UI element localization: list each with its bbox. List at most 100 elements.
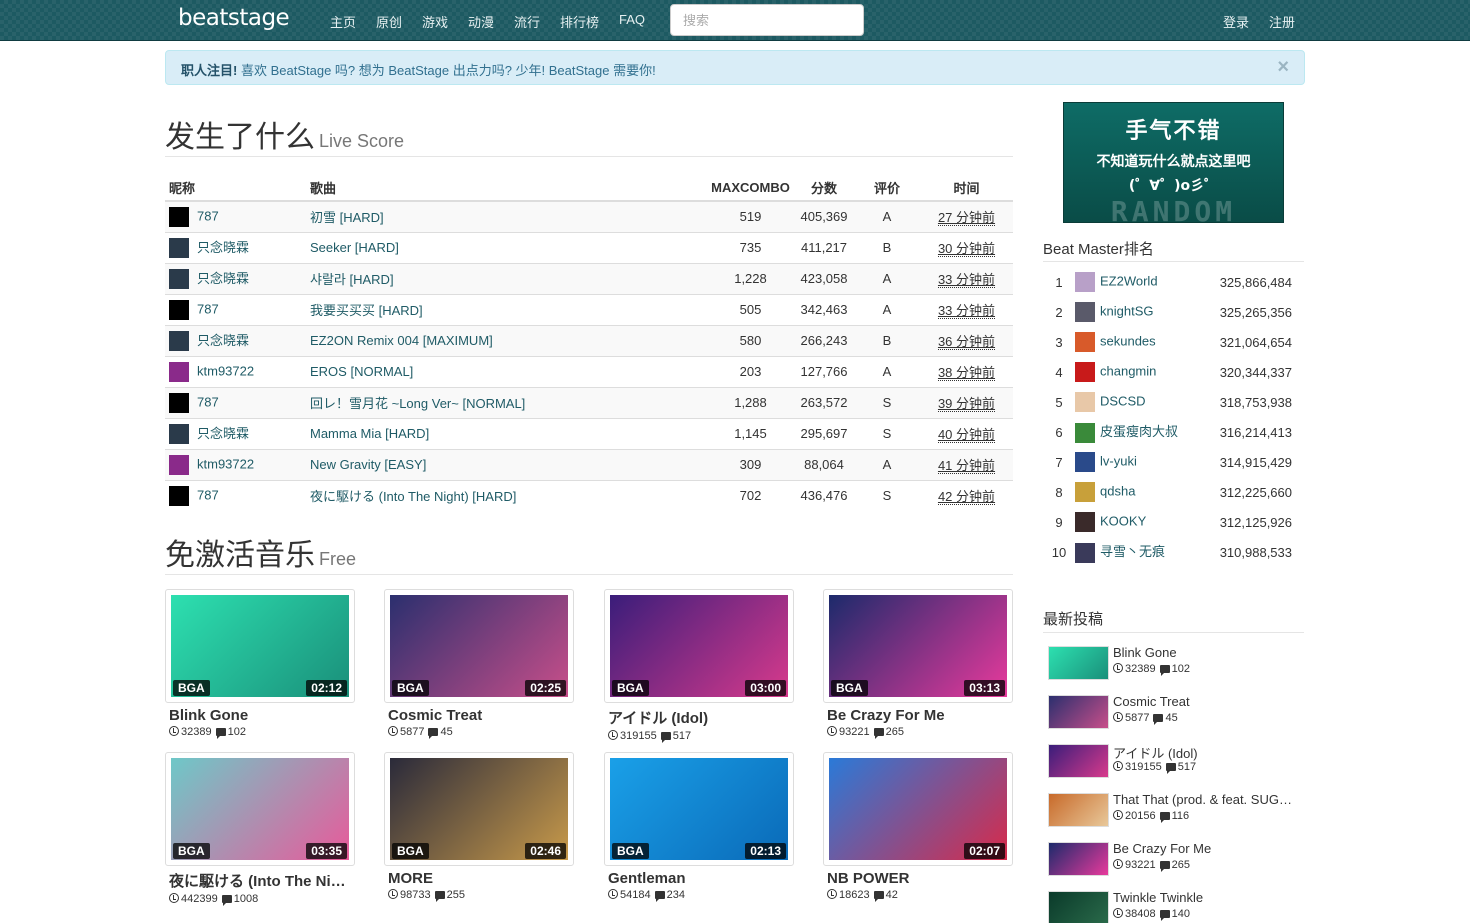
song-thumbnail-frame[interactable]: BGA 02:12 bbox=[165, 589, 355, 703]
song-card[interactable]: BGA 03:13 Be Crazy For Me 93221 265 bbox=[823, 589, 1013, 739]
user-link[interactable]: 787 bbox=[197, 208, 219, 223]
latest-post[interactable]: Blink Gone 32389 102 bbox=[1048, 645, 1298, 680]
post-title-link[interactable]: アイドル (Idol) bbox=[1113, 743, 1298, 762]
nav-anime[interactable]: 动漫 bbox=[468, 12, 494, 31]
song-title-link[interactable]: MORE bbox=[388, 870, 570, 887]
song-thumbnail[interactable]: BGA 03:13 bbox=[829, 595, 1007, 697]
song-card[interactable]: BGA 02:13 Gentleman 54184 234 bbox=[604, 752, 794, 902]
song-title-link[interactable]: Cosmic Treat bbox=[388, 707, 570, 724]
avatar[interactable] bbox=[1075, 302, 1095, 322]
avatar[interactable] bbox=[169, 454, 189, 475]
user-link[interactable]: ktm93722 bbox=[197, 456, 254, 471]
avatar[interactable] bbox=[169, 485, 189, 506]
song-thumbnail-frame[interactable]: BGA 02:46 bbox=[384, 752, 574, 866]
avatar[interactable] bbox=[169, 238, 189, 259]
song-thumbnail-frame[interactable]: BGA 03:00 bbox=[604, 589, 794, 703]
user-link[interactable]: 只念晓霖 bbox=[197, 240, 249, 255]
post-title-link[interactable]: Cosmic Treat bbox=[1113, 694, 1298, 709]
search-input[interactable] bbox=[670, 4, 864, 36]
song-thumbnail[interactable]: BGA 02:25 bbox=[390, 595, 568, 697]
song-link[interactable]: 初雪 [HARD] bbox=[310, 210, 384, 225]
song-link[interactable]: Mamma Mia [HARD] bbox=[310, 426, 429, 441]
avatar[interactable] bbox=[169, 206, 189, 227]
avatar[interactable] bbox=[1075, 272, 1095, 292]
song-thumbnail-frame[interactable]: BGA 02:25 bbox=[384, 589, 574, 703]
song-link[interactable]: 回レ！雪月花 ~Long Ver~ [NORMAL] bbox=[310, 396, 525, 411]
rank-user-link[interactable]: changmin bbox=[1100, 363, 1156, 378]
song-card[interactable]: BGA 03:35 夜に駆ける (Into The Night) 442399 1008 bbox=[165, 752, 355, 906]
song-title-link[interactable]: Gentleman bbox=[608, 870, 790, 887]
user-link[interactable]: 787 bbox=[197, 487, 219, 502]
post-thumbnail[interactable] bbox=[1048, 842, 1109, 876]
nav-game[interactable]: 游戏 bbox=[422, 12, 448, 31]
nav-ranking[interactable]: 排行榜 bbox=[560, 12, 599, 31]
avatar[interactable] bbox=[169, 424, 189, 445]
song-thumbnail[interactable]: BGA 02:46 bbox=[390, 758, 568, 860]
avatar[interactable] bbox=[169, 392, 189, 413]
rank-user-link[interactable]: EZ2World bbox=[1100, 273, 1158, 288]
rank-user-link[interactable]: 皮蛋瘦肉大叔 bbox=[1100, 424, 1178, 439]
user-link[interactable]: 只念晓霖 bbox=[197, 426, 249, 441]
post-title-link[interactable]: That That (prod. & feat. SUGA of BTS) bbox=[1113, 792, 1298, 807]
avatar[interactable] bbox=[1075, 392, 1095, 412]
user-link[interactable]: ktm93722 bbox=[197, 363, 254, 378]
latest-post[interactable]: アイドル (Idol) 319155 517 bbox=[1048, 744, 1298, 778]
song-title-link[interactable]: 夜に駆ける (Into The Night) bbox=[169, 870, 351, 891]
song-link[interactable]: EROS [NORMAL] bbox=[310, 364, 413, 379]
avatar[interactable] bbox=[1075, 512, 1095, 532]
random-song-banner[interactable]: 手气不错 不知道玩什么就点这里吧 (゜∀゜)o彡゜ RANDOM bbox=[1063, 102, 1284, 223]
song-link[interactable]: 샤랄라 [HARD] bbox=[310, 272, 394, 287]
user-link[interactable]: 787 bbox=[197, 394, 219, 409]
song-thumbnail-frame[interactable]: BGA 03:35 bbox=[165, 752, 355, 866]
rank-user-link[interactable]: sekundes bbox=[1100, 333, 1156, 348]
song-card[interactable]: BGA 02:46 MORE 98733 255 bbox=[384, 752, 574, 902]
song-link[interactable]: EZ2ON Remix 004 [MAXIMUM] bbox=[310, 333, 493, 348]
avatar[interactable] bbox=[169, 269, 189, 290]
nav-faq[interactable]: FAQ bbox=[619, 12, 645, 27]
song-thumbnail[interactable]: BGA 03:00 bbox=[610, 595, 788, 697]
rank-user-link[interactable]: knightSG bbox=[1100, 303, 1153, 318]
post-thumbnail[interactable] bbox=[1048, 695, 1109, 729]
avatar[interactable] bbox=[169, 299, 189, 320]
latest-post[interactable]: Cosmic Treat 5877 45 bbox=[1048, 694, 1298, 729]
song-thumbnail[interactable]: BGA 02:12 bbox=[171, 595, 349, 697]
rank-user-link[interactable]: lv-yuki bbox=[1100, 453, 1137, 468]
user-link[interactable]: 只念晓霖 bbox=[197, 271, 249, 286]
post-title-link[interactable]: Twinkle Twinkle bbox=[1113, 890, 1298, 905]
post-thumbnail[interactable] bbox=[1048, 891, 1109, 923]
song-thumbnail[interactable]: BGA 02:13 bbox=[610, 758, 788, 860]
song-link[interactable]: 我要买买买 [HARD] bbox=[310, 303, 423, 318]
latest-post[interactable]: Be Crazy For Me 93221 265 bbox=[1048, 841, 1298, 876]
avatar[interactable] bbox=[1075, 362, 1095, 382]
song-link[interactable]: Seeker [HARD] bbox=[310, 240, 399, 255]
song-card[interactable]: BGA 03:00 アイドル (Idol) 319155 517 bbox=[604, 589, 794, 743]
rank-user-link[interactable]: KOOKY bbox=[1100, 513, 1146, 528]
song-title-link[interactable]: NB POWER bbox=[827, 870, 1009, 887]
avatar[interactable] bbox=[1075, 422, 1095, 443]
rank-user-link[interactable]: DSCSD bbox=[1100, 393, 1146, 408]
song-title-link[interactable]: Blink Gone bbox=[169, 707, 351, 724]
nav-original[interactable]: 原创 bbox=[376, 12, 402, 31]
song-title-link[interactable]: Be Crazy For Me bbox=[827, 707, 1009, 724]
song-link[interactable]: 夜に駆ける (Into The Night) [HARD] bbox=[310, 489, 516, 504]
post-thumbnail[interactable] bbox=[1048, 646, 1109, 680]
register-link[interactable]: 注册 bbox=[1269, 12, 1295, 31]
avatar[interactable] bbox=[1075, 542, 1095, 563]
song-link[interactable]: New Gravity [EASY] bbox=[310, 457, 426, 472]
song-card[interactable]: BGA 02:25 Cosmic Treat 5877 45 bbox=[384, 589, 574, 739]
song-thumbnail-frame[interactable]: BGA 02:13 bbox=[604, 752, 794, 866]
post-title-link[interactable]: Be Crazy For Me bbox=[1113, 841, 1298, 856]
song-card[interactable]: 02:07 NB POWER 18623 42 bbox=[823, 752, 1013, 902]
rank-user-link[interactable]: 寻雪丶无痕 bbox=[1100, 544, 1165, 559]
nav-pop[interactable]: 流行 bbox=[514, 12, 540, 31]
avatar[interactable] bbox=[169, 361, 189, 382]
user-link[interactable]: 787 bbox=[197, 301, 219, 316]
rank-user-link[interactable]: qdsha bbox=[1100, 483, 1135, 498]
song-thumbnail-frame[interactable]: BGA 03:13 bbox=[823, 589, 1013, 703]
login-link[interactable]: 登录 bbox=[1223, 12, 1249, 31]
avatar[interactable] bbox=[1075, 332, 1095, 352]
latest-post[interactable]: Twinkle Twinkle 38408 140 bbox=[1048, 890, 1298, 923]
song-thumbnail[interactable]: 02:07 bbox=[829, 758, 1007, 860]
song-title-link[interactable]: アイドル (Idol) bbox=[608, 707, 790, 728]
avatar[interactable] bbox=[169, 331, 189, 352]
